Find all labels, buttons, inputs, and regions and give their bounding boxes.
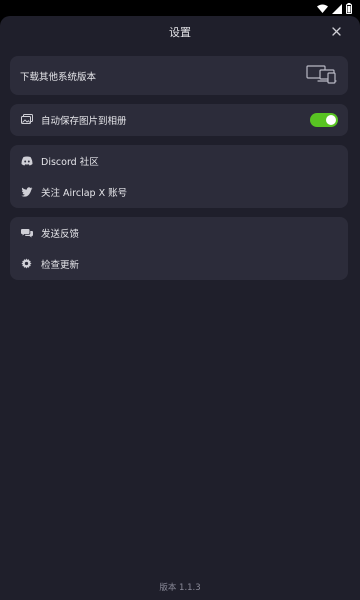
discord-icon <box>20 154 33 167</box>
check-update-row[interactable]: 检查更新 <box>10 248 348 279</box>
close-icon <box>331 21 341 40</box>
close-button[interactable] <box>328 22 344 38</box>
version-label: 版本 1.1.3 <box>159 583 201 593</box>
dialog-title: 设置 <box>169 26 191 39</box>
feedback-label: 发送反馈 <box>41 228 80 240</box>
chat-icon <box>20 226 33 239</box>
discord-row[interactable]: Discord 社区 <box>10 145 348 176</box>
autosave-toggle[interactable] <box>310 113 338 127</box>
autosave-card: 自动保存图片到相册 <box>10 104 348 136</box>
dialog-header: 设置 <box>0 16 360 46</box>
feedback-row[interactable]: 发送反馈 <box>10 217 348 248</box>
status-icons <box>317 2 352 14</box>
twitter-row[interactable]: 关注 Airclap X 账号 <box>10 176 348 207</box>
twitter-icon <box>20 185 33 198</box>
download-versions-row[interactable]: 下载其他系统版本 <box>10 56 348 95</box>
settings-sheet: 设置 下载其他系统版本 自动保存图片到相册 Discord 社区 关注 Airc… <box>0 16 360 600</box>
status-bar <box>0 0 360 16</box>
download-versions-card[interactable]: 下载其他系统版本 <box>10 56 348 95</box>
gear-icon <box>20 257 33 270</box>
support-card: 发送反馈 检查更新 <box>10 217 348 280</box>
toggle-knob <box>326 115 336 125</box>
devices-icon <box>306 63 338 89</box>
discord-label: Discord 社区 <box>41 156 99 168</box>
check-update-label: 检查更新 <box>41 259 80 271</box>
twitter-label: 关注 Airclap X 账号 <box>41 187 128 199</box>
signal-icon <box>332 0 342 18</box>
community-card: Discord 社区 关注 Airclap X 账号 <box>10 145 348 208</box>
autosave-label: 自动保存图片到相册 <box>41 115 127 127</box>
photos-icon <box>20 113 33 126</box>
download-versions-label: 下载其他系统版本 <box>20 71 97 83</box>
autosave-row: 自动保存图片到相册 <box>10 104 348 135</box>
battery-icon <box>346 0 352 18</box>
wifi-icon <box>317 0 328 18</box>
